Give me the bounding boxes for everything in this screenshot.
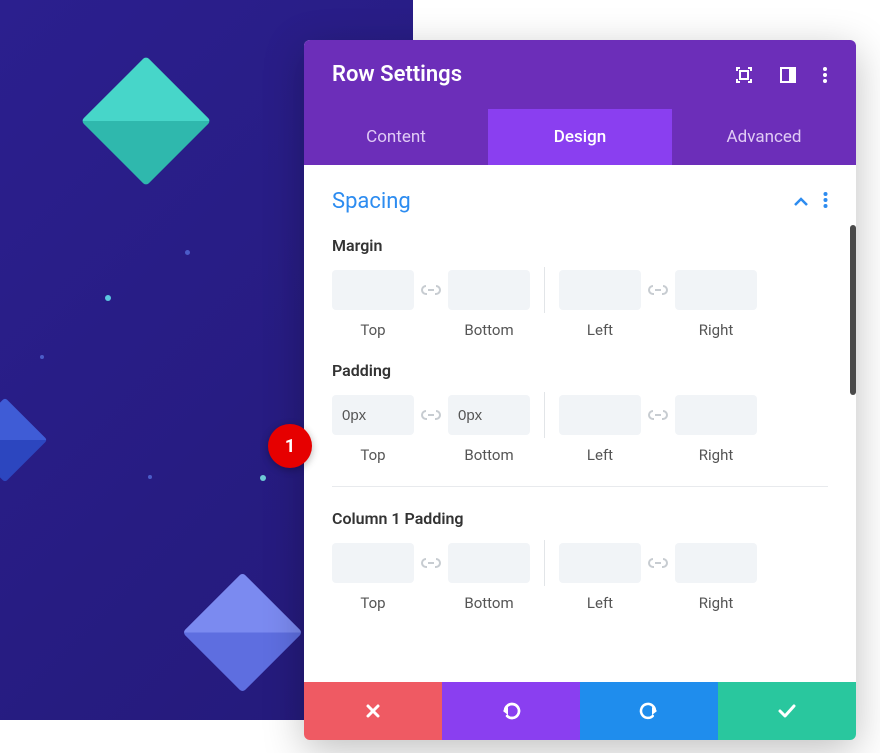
tab-content[interactable]: Content <box>304 109 488 165</box>
link-icon[interactable] <box>647 283 669 297</box>
cancel-button[interactable] <box>304 682 442 740</box>
col1-padding-top-input[interactable] <box>332 543 414 583</box>
divider <box>544 392 545 438</box>
redo-button[interactable] <box>580 682 718 740</box>
row-settings-modal: Row Settings Content Design Advanced Spa… <box>304 40 856 740</box>
margin-right-input[interactable] <box>675 270 757 310</box>
divider <box>544 540 545 586</box>
modal-title: Row Settings <box>332 62 462 87</box>
label-top: Top <box>332 321 414 339</box>
divider <box>332 486 828 487</box>
kebab-menu-icon[interactable] <box>822 65 828 85</box>
chevron-up-icon[interactable] <box>793 192 809 211</box>
section-title: Spacing <box>332 189 411 214</box>
decorative-dot <box>185 250 190 255</box>
padding-bottom-input[interactable] <box>448 395 530 435</box>
titlebar-actions <box>734 65 828 85</box>
label-bottom: Bottom <box>448 594 530 612</box>
modal-titlebar: Row Settings <box>304 40 856 109</box>
margin-label: Margin <box>332 236 828 255</box>
label-bottom: Bottom <box>448 321 530 339</box>
label-top: Top <box>332 446 414 464</box>
decorative-dot <box>148 475 152 479</box>
link-icon[interactable] <box>647 556 669 570</box>
margin-side-labels: Top Bottom Left Right <box>332 321 828 339</box>
col1-padding-left-input[interactable] <box>559 543 641 583</box>
decorative-dot <box>105 295 111 301</box>
label-right: Right <box>675 446 757 464</box>
padding-side-labels: Top Bottom Left Right <box>332 446 828 464</box>
modal-content: Spacing Margin <box>304 165 856 682</box>
label-left: Left <box>559 446 641 464</box>
annotation-callout-1: 1 <box>268 424 312 468</box>
col1-padding-side-labels: Top Bottom Left Right <box>332 594 828 612</box>
column1-padding-inputs <box>332 540 828 586</box>
margin-inputs <box>332 267 828 313</box>
decorative-dot <box>40 355 44 359</box>
margin-left-input[interactable] <box>559 270 641 310</box>
padding-label: Padding <box>332 361 828 380</box>
label-left: Left <box>559 594 641 612</box>
col1-padding-bottom-input[interactable] <box>448 543 530 583</box>
decorative-cube <box>81 56 211 186</box>
link-icon[interactable] <box>647 408 669 422</box>
tab-design[interactable]: Design <box>488 109 672 165</box>
link-icon[interactable] <box>420 283 442 297</box>
link-icon[interactable] <box>420 556 442 570</box>
save-button[interactable] <box>718 682 856 740</box>
section-kebab-icon[interactable] <box>823 191 828 213</box>
col1-padding-right-input[interactable] <box>675 543 757 583</box>
padding-right-input[interactable] <box>675 395 757 435</box>
label-left: Left <box>559 321 641 339</box>
modal-tabs: Content Design Advanced <box>304 109 856 165</box>
decorative-cube <box>182 572 302 692</box>
divider <box>544 267 545 313</box>
undo-button[interactable] <box>442 682 580 740</box>
label-right: Right <box>675 594 757 612</box>
margin-top-input[interactable] <box>332 270 414 310</box>
section-header: Spacing <box>332 189 828 214</box>
column1-padding-label: Column 1 Padding <box>332 509 828 528</box>
label-top: Top <box>332 594 414 612</box>
padding-left-input[interactable] <box>559 395 641 435</box>
decorative-dot <box>260 475 266 481</box>
decorative-cube <box>0 398 47 483</box>
padding-inputs <box>332 392 828 438</box>
label-bottom: Bottom <box>448 446 530 464</box>
scrollbar[interactable] <box>850 225 856 395</box>
label-right: Right <box>675 321 757 339</box>
tab-advanced[interactable]: Advanced <box>672 109 856 165</box>
expand-icon[interactable] <box>734 65 754 85</box>
padding-top-input[interactable] <box>332 395 414 435</box>
margin-bottom-input[interactable] <box>448 270 530 310</box>
snap-icon[interactable] <box>778 65 798 85</box>
modal-footer <box>304 682 856 740</box>
link-icon[interactable] <box>420 408 442 422</box>
